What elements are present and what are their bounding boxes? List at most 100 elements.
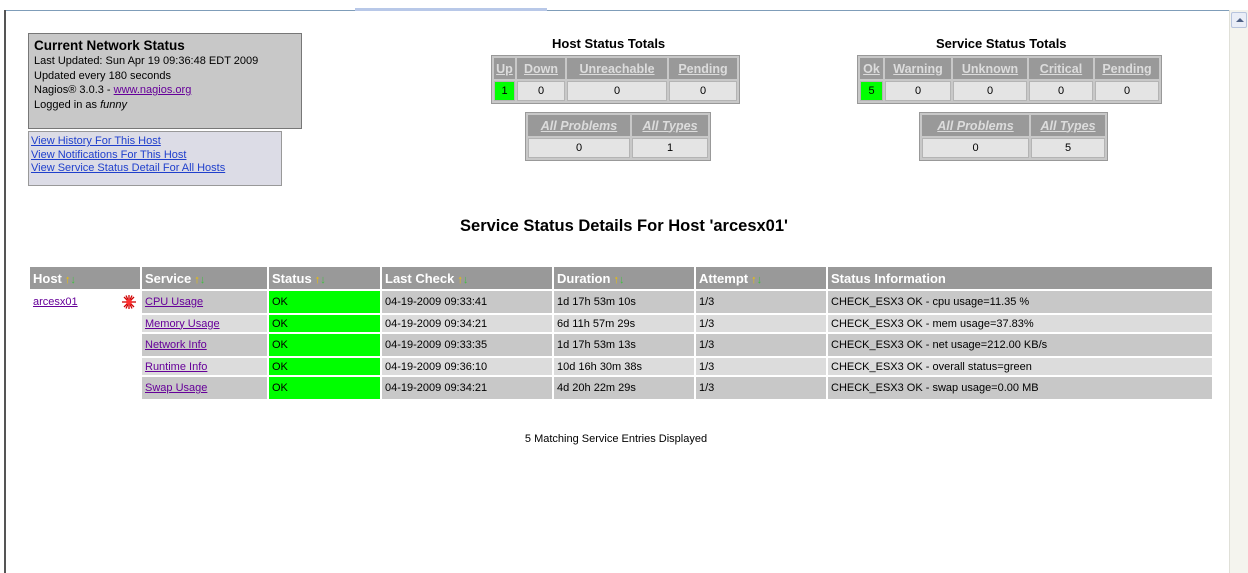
service-pending-header[interactable]: Pending xyxy=(1095,58,1159,79)
table-row: arcesx01 CPU Usage OK 04-19-2009 09:33:4… xyxy=(30,291,1212,313)
host-links-box: View History For This Host View Notifica… xyxy=(28,131,282,186)
host-unreachable-header[interactable]: Unreachable xyxy=(567,58,667,79)
view-service-detail-all-hosts-link[interactable]: View Service Status Detail For All Hosts xyxy=(31,162,279,176)
service-unknown-header[interactable]: Unknown xyxy=(953,58,1027,79)
host-cell-empty xyxy=(30,334,140,356)
service-ok-count: 5 xyxy=(860,81,883,101)
host-unreachable-count: 0 xyxy=(567,81,667,101)
host-all-problems-header[interactable]: All Problems xyxy=(528,115,630,136)
host-cell: arcesx01 xyxy=(30,291,140,313)
service-critical-count: 0 xyxy=(1029,81,1093,101)
status-information-cell: CHECK_ESX3 OK - cpu usage=11.35 % xyxy=(828,291,1212,313)
logged-in-line: Logged in as funny xyxy=(34,98,296,113)
sort-arrows-icon[interactable]: ↑↓ xyxy=(751,274,762,286)
version-line: Nagios® 3.0.3 - www.nagios.org xyxy=(34,83,296,98)
status-cell: OK xyxy=(269,377,380,399)
service-all-types-count: 5 xyxy=(1031,138,1105,158)
attempt-cell: 1/3 xyxy=(696,315,826,332)
table-row: Swap Usage OK 04-19-2009 09:34:21 4d 20h… xyxy=(30,377,1212,399)
host-up-header[interactable]: Up xyxy=(494,58,515,79)
host-status-totals-title: Host Status Totals xyxy=(552,36,666,51)
service-link-runtime-info[interactable]: Runtime Info xyxy=(145,361,207,373)
host-cell-empty xyxy=(30,377,140,399)
last-updated-text: Last Updated: Sun Apr 19 09:36:48 EDT 20… xyxy=(34,55,259,67)
status-information-cell: CHECK_ESX3 OK - swap usage=0.00 MB xyxy=(828,377,1212,399)
status-header-label: Status xyxy=(272,270,312,286)
column-header-last-check[interactable]: Last Check ↑↓ xyxy=(382,267,552,289)
service-all-types-header[interactable]: All Types xyxy=(1031,115,1105,136)
username: funny xyxy=(100,98,127,111)
service-status-totals-title: Service Status Totals xyxy=(936,36,1067,51)
table-row: Network Info OK 04-19-2009 09:33:35 1d 1… xyxy=(30,334,1212,356)
column-header-host[interactable]: Host ↑↓ xyxy=(30,267,140,289)
table-row: Runtime Info OK 04-19-2009 09:36:10 10d … xyxy=(30,358,1212,375)
host-pending-header[interactable]: Pending xyxy=(669,58,737,79)
attempt-header-label: Attempt xyxy=(699,270,749,286)
table-header-row: Host ↑↓ Service ↑↓ Status ↑↓ Last Check ↑↓ D… xyxy=(30,267,1212,289)
sort-arrows-icon[interactable]: ↑↓ xyxy=(65,274,76,286)
host-header-label: Host xyxy=(33,270,62,286)
duration-cell: 1d 17h 53m 10s xyxy=(554,291,694,313)
service-link-cpu-usage[interactable]: CPU Usage xyxy=(145,296,203,308)
last-check-cell: 04-19-2009 09:33:35 xyxy=(382,334,552,356)
version-text: Nagios® 3.0.3 - xyxy=(34,84,114,96)
host-all-types-header[interactable]: All Types xyxy=(632,115,708,136)
status-cell: OK xyxy=(269,358,380,375)
last-check-cell: 04-19-2009 09:34:21 xyxy=(382,315,552,332)
service-cell: Swap Usage xyxy=(142,377,267,399)
host-cell-empty xyxy=(30,315,140,332)
duration-cell: 4d 20h 22m 29s xyxy=(554,377,694,399)
sort-arrows-icon[interactable]: ↑↓ xyxy=(457,274,468,286)
host-status-totals-table: Up Down Unreachable Pending 1 0 0 0 xyxy=(491,55,740,104)
host-down-header[interactable]: Down xyxy=(517,58,565,79)
view-history-link[interactable]: View History For This Host xyxy=(31,135,279,149)
frame-tab-indicator xyxy=(355,8,547,11)
current-network-status-box: Current Network Status Last Updated: Sun… xyxy=(28,33,302,129)
attempt-cell: 1/3 xyxy=(696,377,826,399)
attempt-cell: 1/3 xyxy=(696,291,826,313)
service-header-label: Service xyxy=(145,270,192,286)
status-information-cell: CHECK_ESX3 OK - net usage=212.00 KB/s xyxy=(828,334,1212,356)
service-critical-header[interactable]: Critical xyxy=(1029,58,1093,79)
service-status-table: Host ↑↓ Service ↑↓ Status ↑↓ Last Check ↑↓ D… xyxy=(28,265,1214,401)
status-cell: OK xyxy=(269,315,380,332)
service-link-swap-usage[interactable]: Swap Usage xyxy=(145,382,207,394)
last-check-cell: 04-19-2009 09:34:21 xyxy=(382,377,552,399)
service-link-memory-usage[interactable]: Memory Usage xyxy=(145,318,220,330)
column-header-service[interactable]: Service ↑↓ xyxy=(142,267,267,289)
nagios-website-link[interactable]: www.nagios.org xyxy=(114,84,192,96)
last-check-cell: 04-19-2009 09:36:10 xyxy=(382,358,552,375)
host-link[interactable]: arcesx01 xyxy=(33,296,78,308)
page-title: Service Status Details For Host 'arcesx0… xyxy=(460,217,788,235)
column-header-status-information: Status Information xyxy=(828,267,1212,289)
service-warning-header[interactable]: Warning xyxy=(885,58,951,79)
column-header-attempt[interactable]: Attempt ↑↓ xyxy=(696,267,826,289)
service-all-problems-count: 0 xyxy=(922,138,1029,158)
sort-arrows-icon[interactable]: ↑↓ xyxy=(194,274,205,286)
service-link-network-info[interactable]: Network Info xyxy=(145,339,207,351)
scroll-up-arrow-icon[interactable] xyxy=(1231,12,1247,28)
column-header-status[interactable]: Status ↑↓ xyxy=(269,267,380,289)
duration-header-label: Duration xyxy=(557,270,611,286)
view-notifications-link[interactable]: View Notifications For This Host xyxy=(31,149,279,163)
service-cell: Runtime Info xyxy=(142,358,267,375)
sort-arrows-icon[interactable]: ↑↓ xyxy=(613,274,624,286)
sort-arrows-icon[interactable]: ↑↓ xyxy=(315,274,326,286)
column-header-duration[interactable]: Duration ↑↓ xyxy=(554,267,694,289)
duration-cell: 1d 17h 53m 13s xyxy=(554,334,694,356)
host-all-types-count: 1 xyxy=(632,138,708,158)
host-splat-icon[interactable] xyxy=(121,294,137,310)
host-pending-count: 0 xyxy=(669,81,737,101)
logged-in-prefix: Logged in as xyxy=(34,98,101,111)
table-row: Memory Usage OK 04-19-2009 09:34:21 6d 1… xyxy=(30,315,1212,332)
update-interval-text: Updated every 180 seconds xyxy=(34,69,171,82)
vertical-scrollbar[interactable] xyxy=(1229,10,1248,573)
service-unknown-count: 0 xyxy=(953,81,1027,101)
duration-cell: 10d 16h 30m 38s xyxy=(554,358,694,375)
last-check-cell: 04-19-2009 09:33:41 xyxy=(382,291,552,313)
service-pending-count: 0 xyxy=(1095,81,1159,101)
attempt-cell: 1/3 xyxy=(696,334,826,356)
service-all-problems-header[interactable]: All Problems xyxy=(922,115,1029,136)
service-ok-header[interactable]: Ok xyxy=(860,58,883,79)
status-information-cell: CHECK_ESX3 OK - mem usage=37.83% xyxy=(828,315,1212,332)
